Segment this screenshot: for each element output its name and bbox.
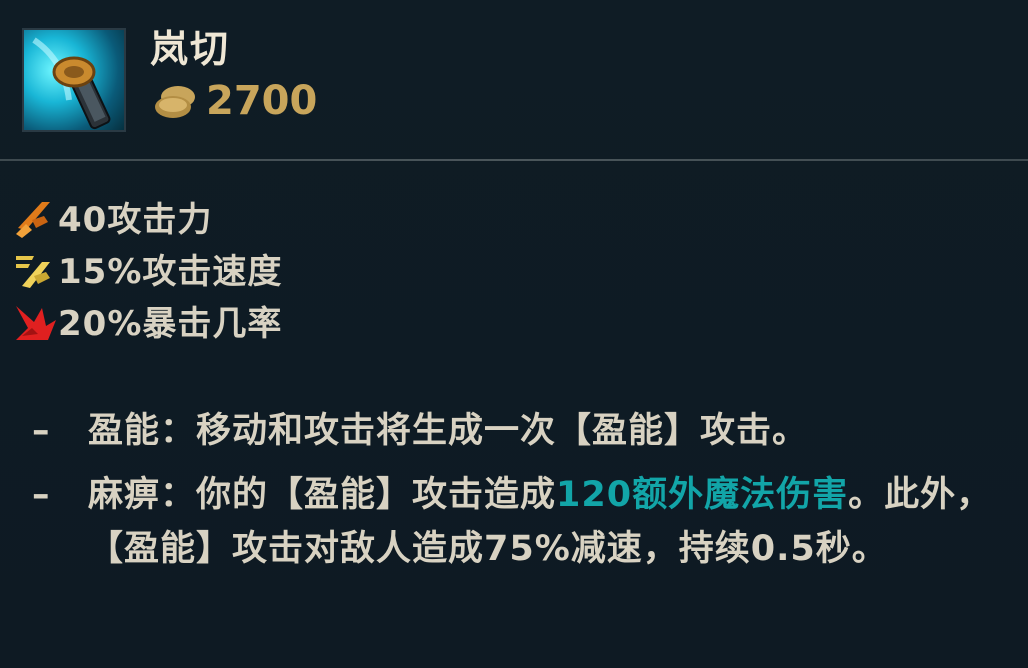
item-header: 岚切 2700: [0, 0, 1028, 160]
stat-text: 20%暴击几率: [58, 303, 283, 344]
passive-energized: – 盈能：移动和攻击将生成一次【盈能】攻击。: [32, 404, 1012, 458]
attack-speed-icon: [16, 256, 50, 288]
passive-bullet: –: [32, 475, 51, 515]
item-tooltip: 岚切 2700 40攻击力 15%攻击速度 20%暴击几率 – 盈能：移动和攻击…: [0, 0, 1028, 668]
passive-list: – 盈能：移动和攻击将生成一次【盈能】攻击。 – 麻痹：你的【盈能】攻击造成12…: [32, 404, 1012, 586]
passive-description: 移动和攻击将生成一次【盈能】攻击。: [196, 411, 809, 451]
stormrazor-item-icon: [22, 28, 126, 132]
header-divider: [0, 159, 1028, 161]
stat-attack-speed: 15%攻击速度: [12, 242, 282, 294]
item-name: 岚切: [150, 27, 231, 71]
gold-coin-icon: [155, 86, 195, 118]
passive-description-start: 你的【盈能】攻击造成: [196, 475, 557, 515]
critical-strike-icon: [16, 306, 56, 340]
stat-attack-damage: 40攻击力: [12, 190, 282, 242]
magic-damage-highlight: 120额外魔法伤害: [556, 475, 849, 515]
item-cost: 2700: [152, 76, 317, 126]
gold-cost-value: 2700: [206, 78, 318, 124]
stat-list: 40攻击力 15%攻击速度 20%暴击几率: [12, 190, 282, 346]
sword-hilt-icon: [32, 37, 111, 130]
passive-bullet: –: [32, 411, 51, 451]
stat-text: 40攻击力: [58, 199, 213, 240]
passive-label: 麻痹：: [88, 475, 197, 515]
stat-text: 15%攻击速度: [58, 251, 283, 292]
passive-paralyze: – 麻痹：你的【盈能】攻击造成120额外魔法伤害。此外，【盈能】攻击对敌人造成7…: [32, 468, 1012, 576]
passive-label: 盈能：: [88, 411, 197, 451]
attack-damage-icon: [16, 202, 50, 238]
stat-critical-strike: 20%暴击几率: [12, 294, 282, 346]
